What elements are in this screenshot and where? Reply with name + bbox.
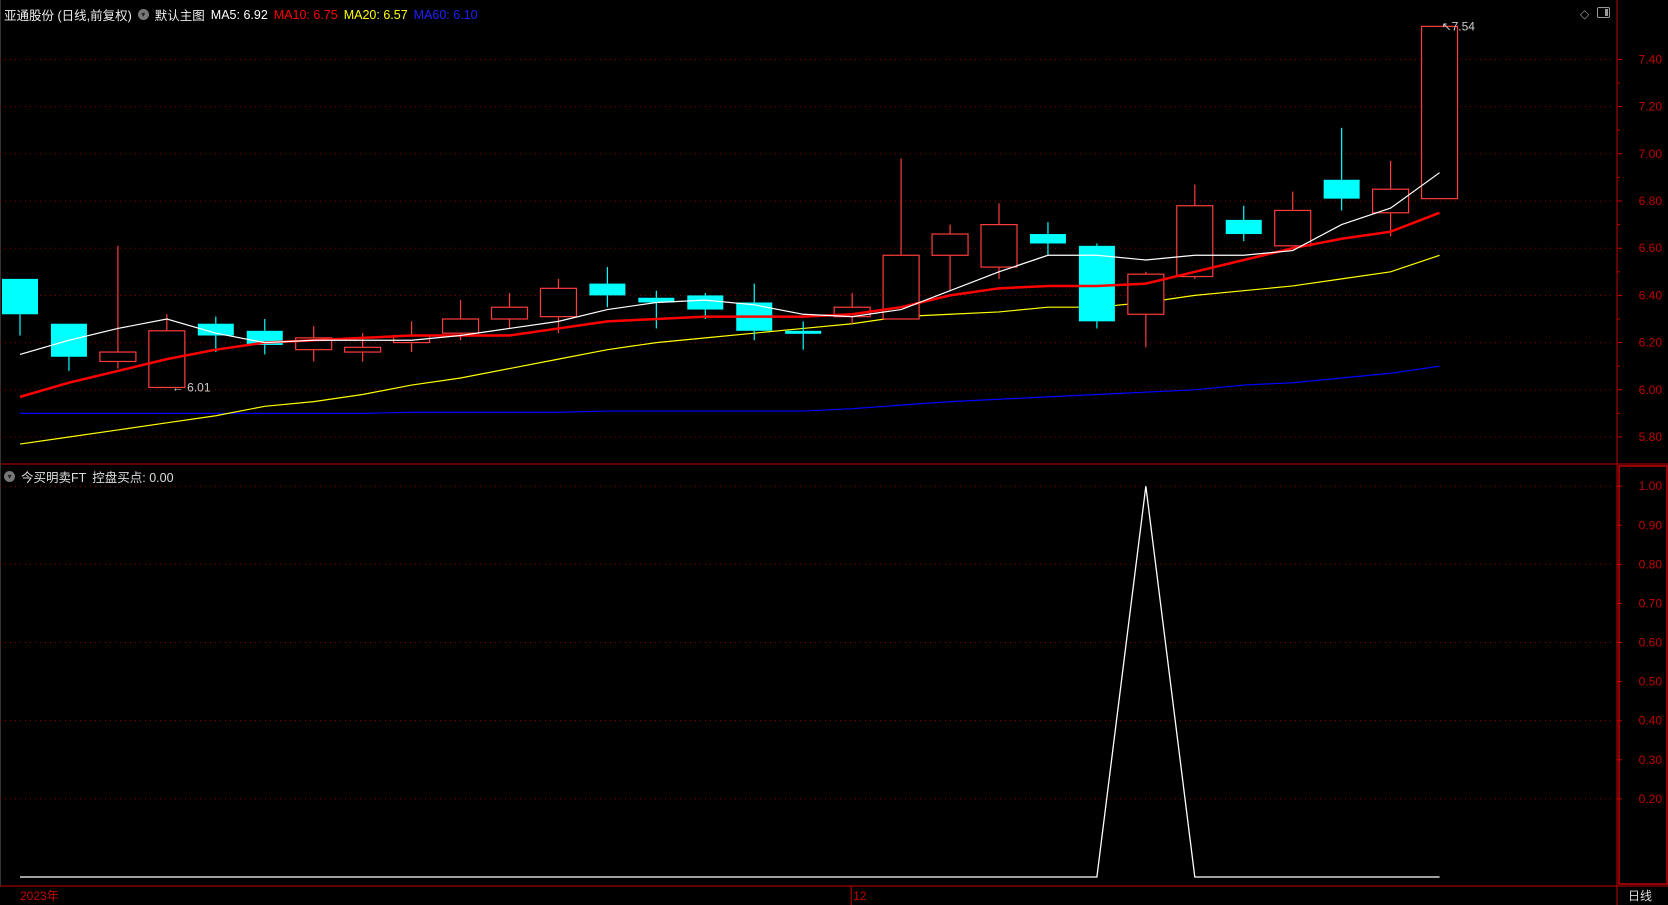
price-tick-label: 7.20 xyxy=(1639,100,1663,114)
candle-body-up xyxy=(931,233,969,256)
candle-body-down xyxy=(2,278,38,315)
price-tick-label: 6.40 xyxy=(1639,288,1663,302)
candle-body-down xyxy=(1225,219,1262,235)
price-tick-label: 6.20 xyxy=(1639,336,1663,350)
candle xyxy=(1274,191,1312,247)
price-tick-label: 6.80 xyxy=(1639,194,1663,208)
kline-chart[interactable]: 5.80 6.00 6.20 6.40 6.60 6.80 7.00 7.20 7.40 0.20… xyxy=(0,0,1668,905)
candle-body-down xyxy=(1078,245,1115,322)
price-tick-label: 6.00 xyxy=(1639,383,1663,397)
candle-body-up xyxy=(1176,205,1214,278)
template-name[interactable]: 默认主图 xyxy=(155,5,205,24)
candle xyxy=(1323,127,1360,211)
period-label[interactable]: 日线 xyxy=(1628,887,1652,904)
candle xyxy=(2,278,38,336)
indicator-tick-label: 1.00 xyxy=(1639,479,1663,493)
candle-body-up xyxy=(490,306,529,320)
indicator-line xyxy=(20,486,1440,878)
indicator-header: ▾ 今买明卖FT 控盘买点: 0.00 xyxy=(4,467,174,486)
indicator-tick-label: 0.30 xyxy=(1639,753,1663,767)
candle xyxy=(148,314,186,389)
candle-body-up xyxy=(344,346,382,353)
ma60-line xyxy=(20,365,1440,414)
candle xyxy=(882,158,920,320)
candle-body-up xyxy=(539,287,578,318)
candle-body-down xyxy=(687,295,724,310)
stock-title[interactable]: 亚通股份 (日线,前复权) xyxy=(4,5,132,24)
candle-body-up xyxy=(1274,209,1312,247)
price-tick-label: 7.00 xyxy=(1639,147,1663,161)
candle xyxy=(785,321,822,350)
high-price-annotation: ↖7.54 xyxy=(1442,19,1476,33)
time-label-month: 12 xyxy=(853,889,867,903)
candle-body-up xyxy=(441,318,480,334)
candle xyxy=(833,293,871,324)
indicator-tick-label: 0.40 xyxy=(1639,714,1663,728)
main-chart-header: 亚通股份 (日线,前复权) ▾ 默认主图 MA5: 6.92 MA10: 6.7… xyxy=(4,5,478,24)
candle xyxy=(1176,184,1214,279)
ma20-line xyxy=(19,254,1440,445)
candle-body-down xyxy=(1323,179,1360,199)
indicator-tick-label: 0.50 xyxy=(1639,675,1663,689)
candle xyxy=(931,224,969,291)
price-tick-label: 6.60 xyxy=(1639,241,1663,255)
chart-toolbar: ◇ xyxy=(1580,7,1611,21)
dropdown-circle-icon[interactable]: ▾ xyxy=(4,471,15,482)
indicator-tick-label: 0.60 xyxy=(1639,636,1663,650)
ma10-line xyxy=(19,211,1440,399)
indicator-value: 控盘买点: 0.00 xyxy=(92,471,174,485)
candle xyxy=(539,278,578,334)
time-label-year: 2023年 xyxy=(20,889,59,903)
candle xyxy=(638,290,675,329)
indicator-tick-label: 0.80 xyxy=(1639,557,1663,571)
candle-body-up xyxy=(99,351,137,363)
candle-body-up xyxy=(980,224,1018,268)
candle xyxy=(1029,222,1066,256)
candle xyxy=(687,293,724,319)
panel-toggle-icon[interactable] xyxy=(1597,7,1611,18)
ma60-value: MA60: 6.10 xyxy=(413,7,478,22)
candle xyxy=(246,319,283,355)
price-tick-label: 7.40 xyxy=(1639,52,1663,66)
diamond-icon[interactable]: ◇ xyxy=(1580,7,1589,21)
indicator-tick-label: 0.90 xyxy=(1639,518,1663,532)
candle-body-down xyxy=(1029,234,1066,244)
indicator-tick-label: 0.70 xyxy=(1639,596,1663,610)
candle-body-down xyxy=(785,330,822,334)
candle xyxy=(99,245,137,369)
candle xyxy=(490,293,529,329)
indicator-name[interactable]: 今买明卖FT xyxy=(21,467,86,486)
low-price-annotation: ← 6.01 xyxy=(172,380,211,394)
ma5-value: MA5: 6.92 xyxy=(210,7,268,22)
ma20-value: MA20: 6.57 xyxy=(343,7,408,22)
dropdown-circle-icon[interactable]: ▾ xyxy=(137,9,149,20)
candle xyxy=(589,267,626,308)
candle-body-up xyxy=(1371,188,1410,214)
candle xyxy=(50,323,87,371)
price-tick-label: 5.80 xyxy=(1639,430,1663,444)
candle xyxy=(1225,205,1262,242)
ma10-value: MA10: 6.75 xyxy=(273,7,338,22)
candle xyxy=(295,326,333,362)
candle-body-down xyxy=(589,283,626,296)
indicator-tick-label: 0.20 xyxy=(1639,792,1663,806)
